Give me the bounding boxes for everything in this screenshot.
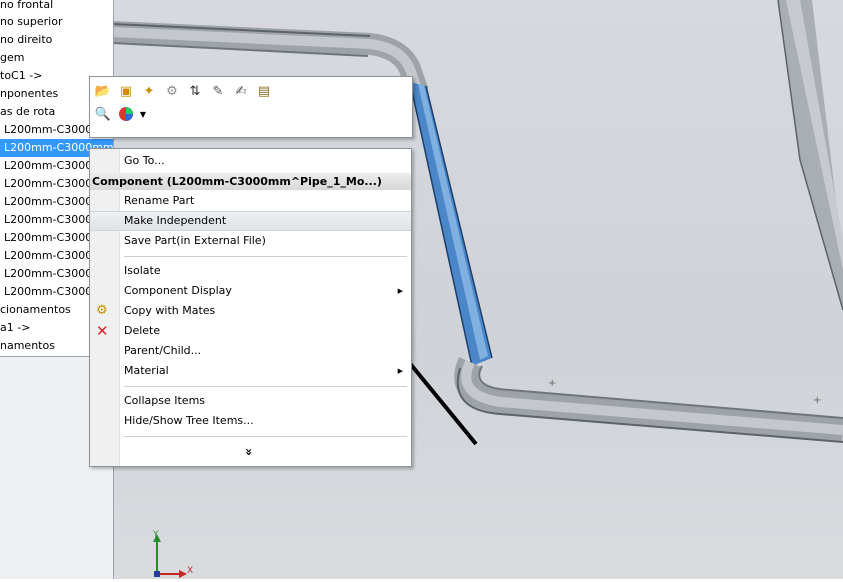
menu-item-label: Rename Part xyxy=(124,194,195,207)
tree-item[interactable]: L200mm-C3000 xyxy=(4,211,92,229)
expand-menu-chevron-icon[interactable]: » xyxy=(242,448,256,456)
tree-item-label: no superior xyxy=(0,15,63,28)
tree-item[interactable]: L200mm-C3000 xyxy=(4,121,92,139)
menu-item-label: Delete xyxy=(124,324,161,337)
tree-item-label: no frontal xyxy=(0,0,54,11)
component-properties-icon[interactable]: ✦ xyxy=(140,83,158,101)
menu-item-label: Make Independent xyxy=(124,214,227,227)
menu-item-go-to[interactable]: Go To... xyxy=(90,151,411,171)
x-axis-label: X xyxy=(187,566,194,576)
tree-item-label: L200mm-C3000 xyxy=(4,177,93,190)
tree-item[interactable]: L200mm-C3000 xyxy=(4,247,92,265)
tree-item-label: L200mm-C3000 xyxy=(4,123,93,136)
zoom-to-selection-icon[interactable]: 🔍 xyxy=(94,106,112,124)
tree-item-label: gem xyxy=(0,51,25,64)
tree-item-label: a1 -> xyxy=(0,321,31,334)
copy-with-mates-icon: ⚙ xyxy=(96,303,108,318)
menu-item-label: Parent/Child... xyxy=(124,344,202,357)
menu-item-material[interactable]: Material ▶ xyxy=(90,361,411,381)
menu-item-component-display[interactable]: Component Display ▶ xyxy=(90,281,411,301)
tree-item[interactable]: nponentes xyxy=(0,85,58,103)
sort-icon[interactable]: ⇅ xyxy=(186,83,204,101)
y-axis-label: Y xyxy=(153,530,159,540)
menu-separator xyxy=(124,436,407,437)
context-menu: Go To... Component (L200mm-C3000mm^Pipe_… xyxy=(89,148,412,467)
tree-item-label: L200mm-C3000 xyxy=(4,285,93,298)
axis-triad: Y X xyxy=(145,530,195,579)
attach-icon[interactable]: ✎ xyxy=(209,83,227,101)
menu-item-save-part[interactable]: Save Part(in External File) xyxy=(90,231,411,251)
tree-item-label: no direito xyxy=(0,33,53,46)
menu-item-make-independent[interactable]: Make Independent xyxy=(90,211,411,231)
tree-item-label: L200mm-C3000 xyxy=(4,159,93,172)
tree-item[interactable]: cionamentos xyxy=(0,301,71,319)
tree-item[interactable]: a1 -> xyxy=(0,319,30,337)
menu-item-label: Isolate xyxy=(124,264,161,277)
tree-item[interactable]: L200mm-C3000 xyxy=(4,265,92,283)
menu-item-label: Hide/Show Tree Items... xyxy=(124,414,254,427)
chevron-down-icon[interactable]: ▼ xyxy=(134,106,152,124)
tree-item[interactable]: L200mm-C3000 xyxy=(4,157,92,175)
tree-item-label: L200mm-C3000 xyxy=(4,213,93,226)
document-properties-icon[interactable]: ▤ xyxy=(255,83,273,101)
tree-item-label: cionamentos xyxy=(0,303,71,316)
menu-item-hide-show-tree-items[interactable]: Hide/Show Tree Items... xyxy=(90,411,411,431)
menu-item-label: Copy with Mates xyxy=(124,304,216,317)
menu-section-header: Component (L200mm-C3000mm^Pipe_1_Mo...) xyxy=(90,173,411,190)
tree-item-label: L200mm-C3000 xyxy=(4,195,93,208)
tree-item-label: L200mm-C3000 xyxy=(4,267,93,280)
tree-item[interactable]: as de rota xyxy=(0,103,55,121)
tree-item[interactable]: L200mm-C3000 xyxy=(4,175,92,193)
tree-item[interactable]: L200mm-C3000 xyxy=(4,193,92,211)
svg-text:+: + xyxy=(548,378,556,389)
tree-item[interactable]: toC1 -> xyxy=(0,67,42,85)
tree-item[interactable]: no direito xyxy=(0,31,52,49)
appearance-icon[interactable]: ⚙ xyxy=(163,83,181,101)
edit-component-icon[interactable]: ▣ xyxy=(117,83,135,101)
appearance-color-icon[interactable] xyxy=(117,106,135,124)
tree-item[interactable]: namentos xyxy=(0,337,55,355)
svg-text:+: + xyxy=(813,395,821,406)
tree-item-label: nponentes xyxy=(0,87,59,100)
menu-item-rename-part[interactable]: Rename Part xyxy=(90,191,411,211)
menu-item-delete[interactable]: ✕ Delete xyxy=(90,321,411,341)
menu-item-parent-child[interactable]: Parent/Child... xyxy=(90,341,411,361)
tree-item-label: as de rota xyxy=(0,105,56,118)
menu-separator xyxy=(124,256,407,257)
menu-item-collapse-items[interactable]: Collapse Items xyxy=(90,391,411,411)
context-toolbar: 📂 ▣ ✦ ⚙ ⇅ ✎ ✍ ▤ 🔍 ▼ xyxy=(89,76,413,138)
menu-item-label: Collapse Items xyxy=(124,394,206,407)
delete-icon: ✕ xyxy=(96,322,109,340)
submenu-arrow-icon: ▶ xyxy=(397,287,403,295)
menu-item-isolate[interactable]: Isolate xyxy=(90,261,411,281)
tree-item-label: L200mm-C3000 xyxy=(4,249,93,262)
menu-separator xyxy=(124,386,407,387)
tree-item[interactable]: gem xyxy=(0,49,24,67)
sketch-icon[interactable]: ✍ xyxy=(232,83,250,101)
tree-item-label: toC1 -> xyxy=(0,69,43,82)
tree-item[interactable]: no frontal xyxy=(0,0,53,14)
tree-item-label: L200mm-C3000 xyxy=(4,231,93,244)
tree-item[interactable]: no superior xyxy=(0,13,62,31)
menu-item-label: Component Display xyxy=(124,284,232,297)
menu-item-copy-with-mates[interactable]: ⚙ Copy with Mates xyxy=(90,301,411,321)
submenu-arrow-icon: ▶ xyxy=(397,367,403,375)
tree-item[interactable]: L200mm-C3000 xyxy=(4,283,92,301)
tree-item[interactable]: L200mm-C3000 xyxy=(4,229,92,247)
menu-item-label: Material xyxy=(124,364,169,377)
menu-item-label: Save Part(in External File) xyxy=(124,234,266,247)
open-part-icon[interactable]: 📂 xyxy=(94,83,112,101)
tree-item-label: namentos xyxy=(0,339,55,352)
menu-item-label: Go To... xyxy=(124,154,165,167)
